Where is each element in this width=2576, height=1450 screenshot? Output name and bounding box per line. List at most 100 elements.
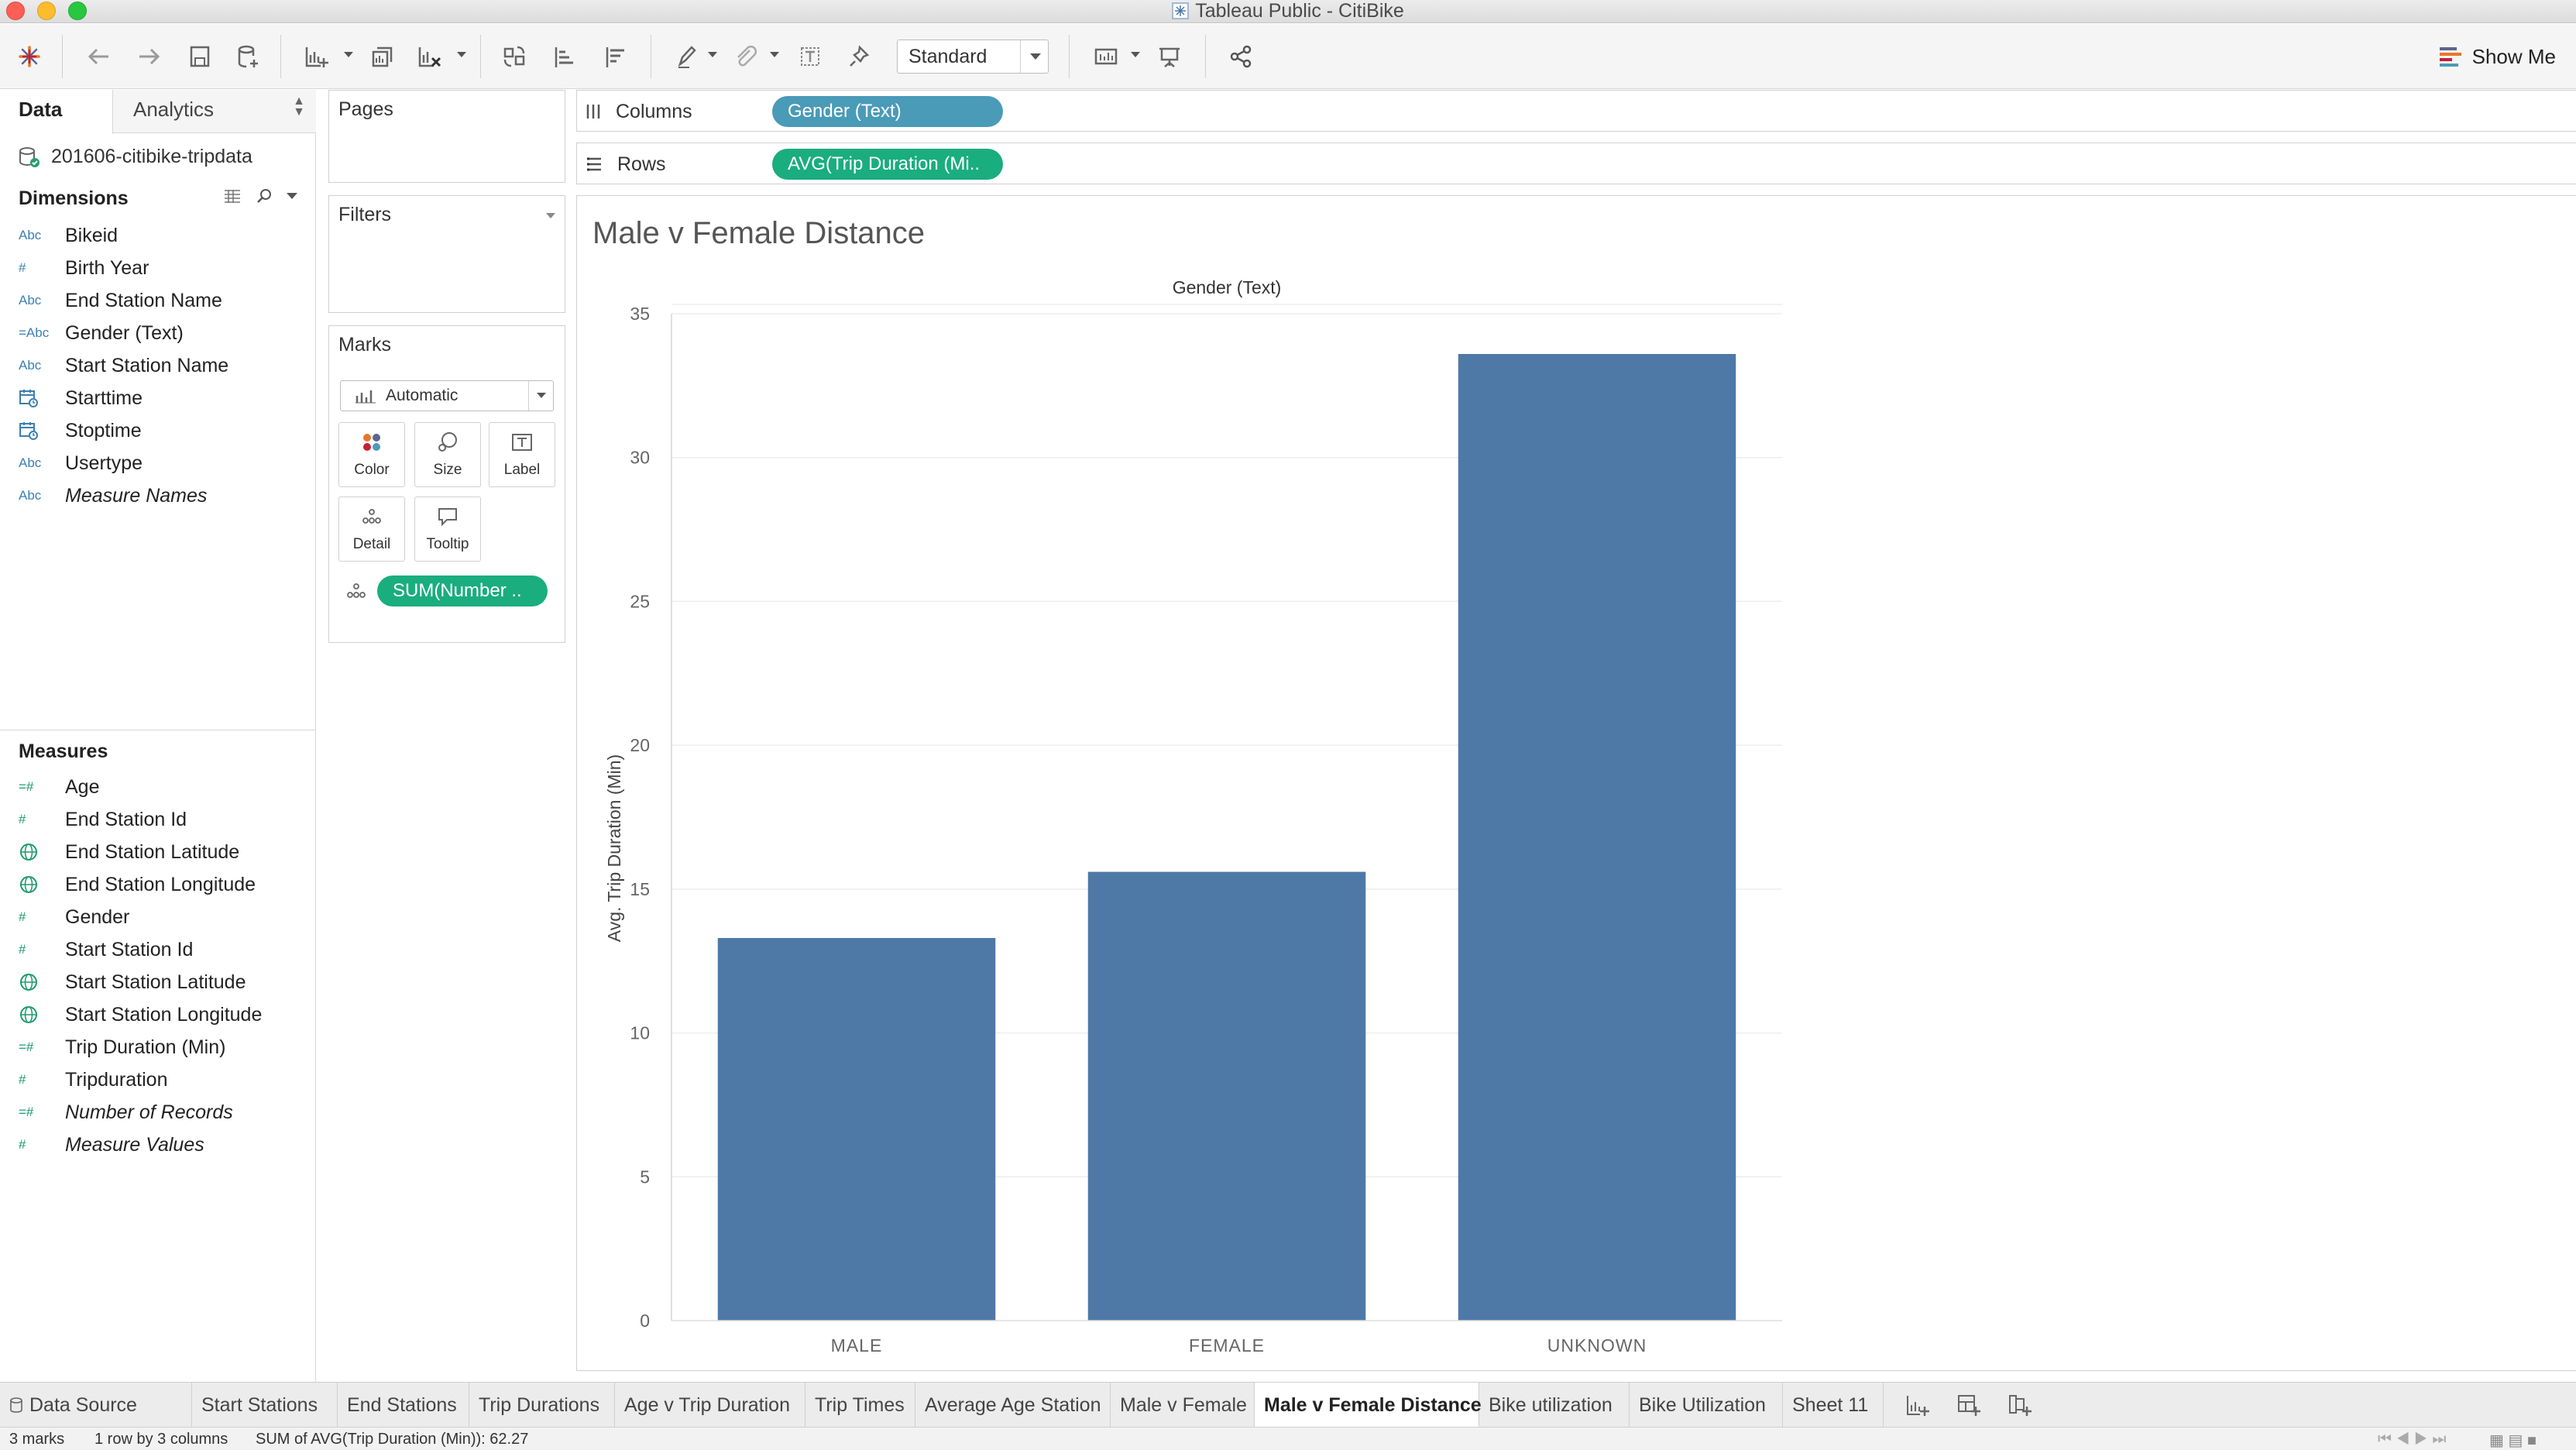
tab-bike-utilization[interactable]: Bike Utilization [1630, 1383, 1783, 1428]
detail-pill-number-of-records[interactable]: SUM(Number .. [377, 576, 548, 606]
columns-shelf[interactable]: Columns Gender (Text) [576, 90, 2576, 132]
search-icon[interactable] [256, 187, 273, 204]
rows-shelf[interactable]: Rows AVG(Trip Duration (Mi.. [576, 143, 2576, 184]
measure-end-station-latitude[interactable]: End Station Latitude [19, 837, 239, 868]
sheet-navigation-icons[interactable]: ⏮ ◀ ▶ ⏭ [2378, 1431, 2446, 1448]
number-type-icon: =# [19, 1039, 34, 1054]
view-grid-icon[interactable] [223, 188, 242, 204]
new-datasource-icon[interactable] [229, 38, 266, 75]
sort-ascending-icon[interactable] [545, 38, 582, 75]
new-worksheet-icon[interactable] [297, 38, 335, 75]
rows-pill-avg-trip-duration[interactable]: AVG(Trip Duration (Mi.. [772, 149, 1003, 180]
measure-number-of-records[interactable]: =# Number of Records [19, 1097, 233, 1128]
swap-rows-columns-icon[interactable] [496, 38, 533, 75]
forward-arrow-icon[interactable] [130, 38, 167, 75]
new-story-tab-icon[interactable] [2006, 1392, 2034, 1420]
tab-trip-durations[interactable]: Trip Durations [469, 1383, 615, 1428]
tab-age-v-trip-duration[interactable]: Age v Trip Duration [615, 1383, 805, 1428]
presentation-mode-icon[interactable] [1151, 38, 1188, 75]
filters-card[interactable]: Filters [328, 195, 565, 313]
filters-menu-caret[interactable] [546, 213, 555, 218]
show-cards-caret[interactable] [1131, 52, 1140, 57]
tableau-logo-icon[interactable] [11, 38, 48, 75]
dimensions-menu-caret[interactable] [287, 193, 297, 199]
dimension-measure-names[interactable]: Abc Measure Names [19, 480, 207, 511]
dimension-stoptime[interactable]: Stoptime [19, 415, 142, 446]
label-button[interactable]: Label [489, 422, 555, 487]
save-icon[interactable] [181, 38, 218, 75]
database-icon [19, 147, 39, 167]
tab-average-age-station[interactable]: Average Age Station [915, 1383, 1111, 1428]
tooltip-button[interactable]: Tooltip [414, 497, 481, 562]
dimension-gender-text[interactable]: =Abc Gender (Text) [19, 318, 184, 349]
number-type-icon: =# [19, 1105, 34, 1119]
tab-male-v-female-distance[interactable]: Male v Female Distance [1255, 1383, 1482, 1428]
tab-sheet-11[interactable]: Sheet 11 [1783, 1383, 1884, 1428]
filters-card-title: Filters [338, 204, 392, 225]
share-icon[interactable] [1222, 38, 1259, 75]
tab-male-v-female[interactable]: Male v Female [1111, 1383, 1255, 1428]
field-label: Start Station Latitude [65, 971, 246, 993]
columns-pill-gender-text[interactable]: Gender (Text) [772, 96, 1003, 127]
measure-age[interactable]: =# Age [19, 771, 99, 802]
measure-trip-duration-min[interactable]: =# Trip Duration (Min) [19, 1032, 225, 1063]
clear-sheet-icon[interactable] [410, 38, 448, 75]
chevron-down-icon [1020, 40, 1048, 73]
measure-start-station-longitude[interactable]: Start Station Longitude [19, 999, 262, 1030]
field-label: Usertype [65, 452, 143, 474]
fit-dropdown[interactable]: Standard [897, 40, 1049, 74]
marks-card-title: Marks [338, 334, 392, 356]
dimension-birth-year[interactable]: # Birth Year [19, 253, 149, 283]
tab-data[interactable]: Data [0, 90, 113, 134]
number-type-icon: # [19, 260, 26, 275]
dimension-starttime[interactable]: Starttime [19, 383, 143, 414]
tab-bike-utilization[interactable]: Bike utilization [1479, 1383, 1630, 1428]
sheet-tabs-bar: Data Source Start Stations End Stations Tr… [0, 1382, 2576, 1428]
highlight-caret[interactable] [708, 52, 717, 57]
pages-card[interactable]: Pages [328, 90, 565, 183]
show-me-icon [2439, 47, 2461, 67]
color-button[interactable]: Color [338, 422, 405, 487]
dimension-start-station-name[interactable]: Abc Start Station Name [19, 350, 228, 381]
datasource-item[interactable]: 201606-citibike-tripdata [17, 141, 252, 172]
dimension-end-station-name[interactable]: Abc End Station Name [19, 285, 222, 316]
tab-data-source[interactable]: Data Source [0, 1383, 192, 1428]
highlight-pen-icon[interactable] [668, 38, 705, 75]
columns-icon [586, 105, 600, 119]
duplicate-sheet-icon[interactable] [364, 38, 401, 75]
measure-end-station-id[interactable]: # End Station Id [19, 804, 187, 835]
rows-icon [587, 157, 601, 171]
measure-tripduration[interactable]: # Tripduration [19, 1064, 167, 1095]
group-members-icon[interactable] [726, 38, 764, 75]
measure-gender[interactable]: # Gender [19, 902, 129, 933]
mark-type-dropdown[interactable]: Automatic [340, 380, 554, 411]
y-tick-label: 30 [630, 448, 650, 468]
fix-axes-pin-icon[interactable] [841, 38, 878, 75]
show-cards-icon[interactable] [1087, 38, 1125, 75]
tab-trip-times[interactable]: Trip Times [805, 1383, 915, 1428]
back-arrow-icon[interactable] [81, 38, 118, 75]
tab-start-stations[interactable]: Start Stations [192, 1383, 338, 1428]
show-mark-labels-icon[interactable] [792, 38, 829, 75]
show-me-button[interactable]: Show Me [2438, 41, 2556, 72]
tab-end-stations[interactable]: End Stations [338, 1383, 469, 1428]
dimension-bikeid[interactable]: Abc Bikeid [19, 220, 118, 251]
new-worksheet-caret[interactable] [344, 52, 353, 57]
new-dashboard-tab-icon[interactable] [1955, 1392, 1983, 1420]
measure-measure-values[interactable]: # Measure Values [19, 1129, 204, 1160]
measure-start-station-id[interactable]: # Start Station Id [19, 934, 193, 965]
measure-end-station-longitude[interactable]: End Station Longitude [19, 869, 256, 900]
detail-button[interactable]: Detail [338, 497, 405, 562]
string-type-icon: Abc [19, 455, 42, 470]
size-button[interactable]: Size [414, 422, 481, 487]
number-type-icon: # [19, 812, 26, 826]
globe-type-icon [19, 1005, 65, 1025]
group-caret[interactable] [770, 52, 779, 57]
clear-sheet-caret[interactable] [457, 52, 466, 57]
sort-descending-icon[interactable] [596, 38, 634, 75]
tab-analytics[interactable]: Analytics ▲ ▼ [113, 90, 316, 133]
dimension-usertype[interactable]: Abc Usertype [19, 448, 143, 479]
new-worksheet-tab-icon[interactable] [1904, 1392, 1932, 1420]
measure-start-station-latitude[interactable]: Start Station Latitude [19, 967, 246, 998]
sheet-sorter-icons[interactable]: ▦ ▤ ■ [2489, 1431, 2537, 1450]
